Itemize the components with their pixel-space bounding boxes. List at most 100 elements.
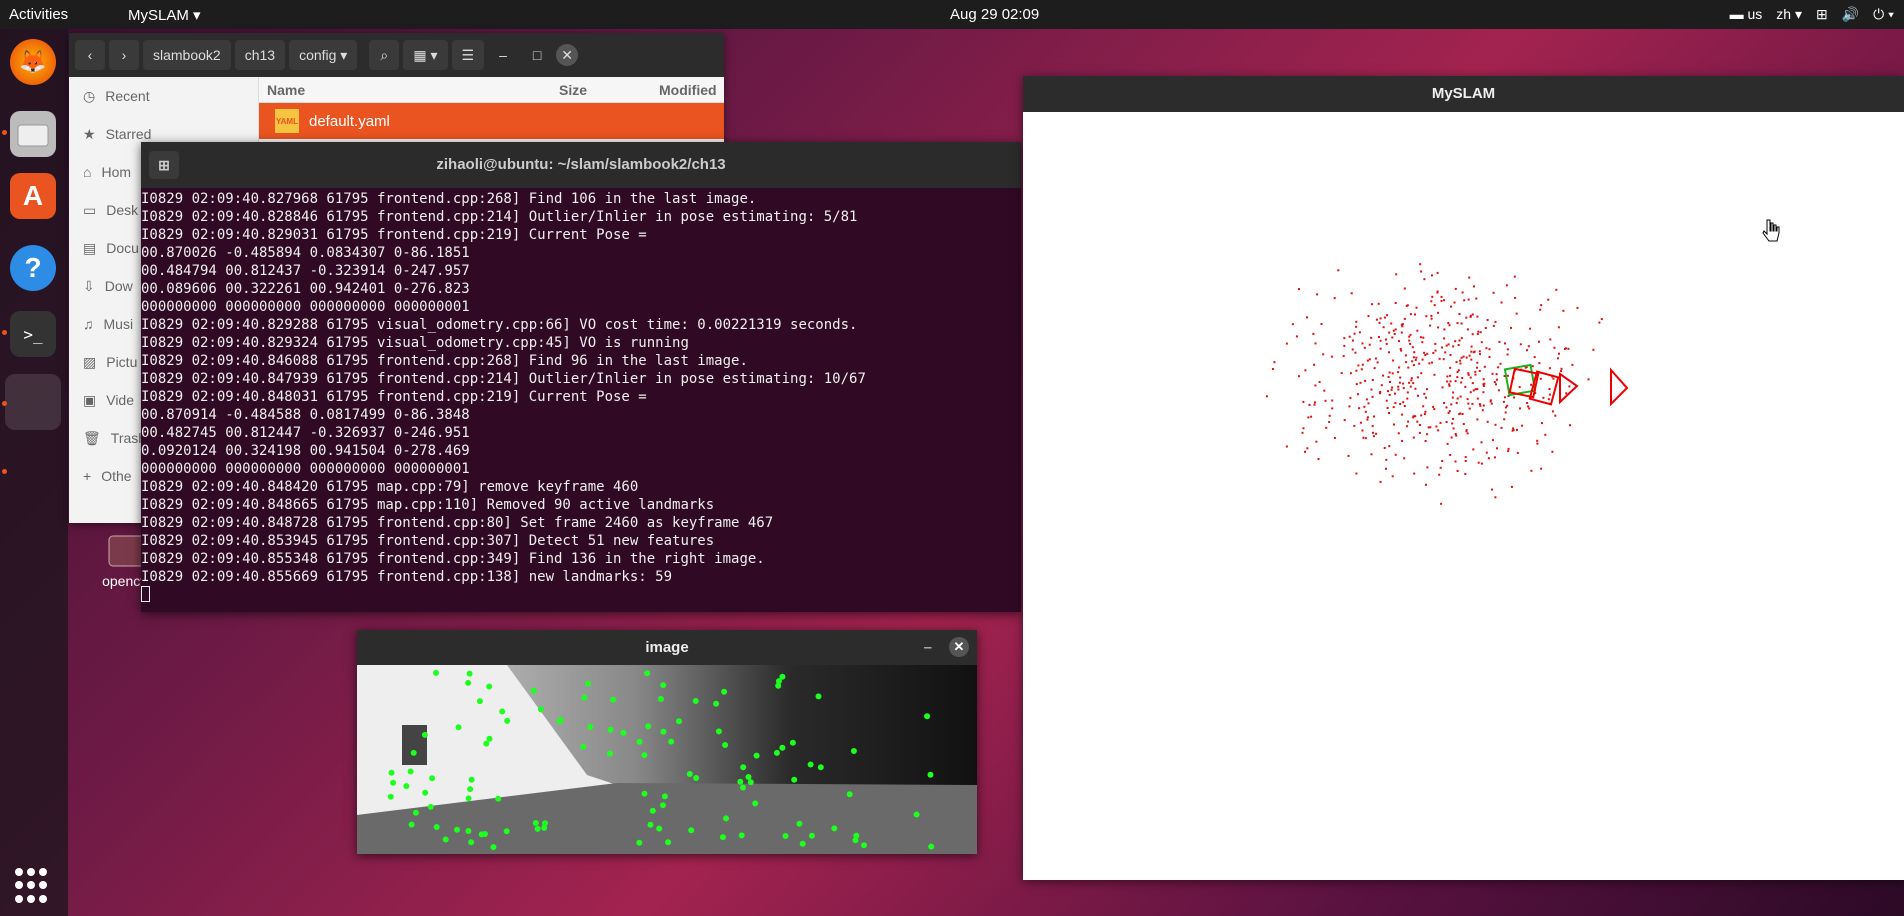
landmark-point: [1407, 420, 1410, 423]
landmark-point: [1368, 343, 1371, 346]
landmark-point: [1412, 416, 1415, 419]
landmark-point: [1436, 291, 1439, 294]
file-row[interactable]: YAML default.yaml: [259, 103, 724, 139]
search-icon[interactable]: ⌕: [369, 40, 400, 70]
back-button[interactable]: ‹: [75, 40, 105, 70]
landmark-point: [1507, 447, 1510, 450]
breadcrumb-config[interactable]: config ▾: [289, 40, 358, 70]
feature-point: [861, 842, 867, 849]
landmark-point: [1315, 440, 1318, 443]
landmark-point: [1496, 447, 1498, 450]
landmark-point: [1383, 316, 1386, 319]
software-icon[interactable]: A: [10, 173, 56, 219]
landmark-point: [1406, 425, 1409, 428]
map-view[interactable]: [1023, 112, 1904, 880]
landmark-point: [1314, 342, 1317, 345]
landmark-point: [1454, 460, 1457, 463]
new-tab-button[interactable]: ⊞: [149, 151, 179, 179]
landmark-point: [1529, 327, 1532, 330]
input-method[interactable]: zh ▾: [1776, 6, 1802, 23]
landmark-point: [1343, 337, 1346, 340]
feature-point: [495, 795, 502, 802]
feature-point: [815, 693, 822, 700]
landmark-point: [1304, 450, 1306, 453]
modified-column-header[interactable]: Modified: [659, 82, 717, 98]
feature-point: [503, 828, 510, 835]
landmark-point: [1421, 341, 1424, 344]
show-applications-icon[interactable]: [15, 868, 51, 904]
landmark-point: [1552, 377, 1555, 380]
app-menu[interactable]: MySLAM ▾: [128, 6, 201, 24]
myslam-window[interactable]: MySLAM: [1023, 76, 1904, 880]
landmark-point: [1455, 361, 1458, 363]
breadcrumb-slambook2[interactable]: slambook2: [143, 40, 231, 70]
minimize-button[interactable]: –: [924, 630, 932, 665]
terminal-line: 00.484794 00.812437 -0.323914 0-247.957: [141, 263, 470, 279]
terminal-window[interactable]: ⊞ zihaoli@ubuntu: ~/slam/slambook2/ch13 …: [141, 142, 1021, 612]
system-tray[interactable]: ▬ us zh ▾ ⊞ 🔊 ⏻ ▾: [1730, 6, 1894, 23]
close-button[interactable]: ✕: [556, 44, 579, 66]
activities-button[interactable]: Activities: [9, 6, 68, 23]
landmark-point: [1457, 344, 1460, 346]
landmark-point: [1298, 375, 1300, 378]
clock[interactable]: Aug 29 02:09: [950, 6, 1039, 23]
landmark-point: [1431, 361, 1433, 364]
landmark-point: [1367, 402, 1370, 405]
landmark-point: [1567, 347, 1570, 350]
menu-icon[interactable]: ☰: [451, 40, 485, 70]
landmark-point: [1387, 390, 1389, 393]
view-toggle-icon[interactable]: ▦ ▾: [403, 40, 448, 70]
landmark-point: [1295, 335, 1298, 338]
landmark-point: [1551, 450, 1554, 453]
files-icon[interactable]: [10, 111, 56, 157]
volume-icon[interactable]: 🔊: [1842, 6, 1859, 23]
network-icon[interactable]: ⊞: [1816, 6, 1828, 23]
active-app-icon[interactable]: [5, 374, 61, 430]
landmark-point: [1387, 376, 1390, 378]
minimize-button[interactable]: –: [488, 40, 518, 70]
landmark-point: [1408, 335, 1411, 338]
sidebar-item-recent[interactable]: ◷ Recent: [69, 77, 258, 115]
power-icon[interactable]: ⏻ ▾: [1873, 6, 1894, 23]
landmark-point: [1306, 447, 1309, 450]
keyboard-layout[interactable]: ▬ us: [1730, 6, 1763, 23]
help-icon[interactable]: ?: [10, 245, 56, 291]
landmark-point: [1434, 349, 1437, 352]
feature-point: [422, 789, 429, 796]
terminal-title: zihaoli@ubuntu: ~/slam/slambook2/ch13: [436, 156, 726, 173]
name-column-header[interactable]: Name: [259, 82, 559, 98]
size-column-header[interactable]: Size: [559, 82, 659, 98]
feature-point: [388, 769, 395, 776]
feature-point: [499, 708, 506, 715]
hand-cursor-icon: [1762, 219, 1780, 242]
firefox-icon[interactable]: 🦊: [10, 39, 56, 85]
landmark-point: [1526, 349, 1528, 352]
landmark-point: [1476, 333, 1479, 335]
terminal-cursor: [141, 586, 1021, 607]
terminal-icon[interactable]: >_: [10, 311, 56, 357]
terminal-output[interactable]: I0829 02:09:40.827968 61795 frontend.cpp…: [141, 188, 1021, 607]
landmark-point: [1355, 325, 1358, 328]
landmark-point: [1414, 313, 1416, 316]
feature-point: [408, 821, 415, 828]
landmark-point: [1432, 352, 1435, 354]
landmark-point: [1340, 372, 1343, 375]
forward-button[interactable]: ›: [109, 40, 139, 70]
feature-point: [688, 827, 695, 834]
landmark-point: [1456, 322, 1459, 325]
breadcrumb-ch13[interactable]: ch13: [234, 40, 286, 70]
landmark-point: [1285, 445, 1288, 448]
landmark-point: [1399, 403, 1402, 405]
landmark-point: [1592, 348, 1595, 351]
close-button[interactable]: ✕: [949, 637, 969, 657]
top-bar: Activities MySLAM ▾ Aug 29 02:09 ▬ us zh…: [0, 0, 1904, 29]
image-window[interactable]: image – ✕: [357, 630, 977, 854]
landmark-point: [1343, 419, 1346, 422]
landmark-point: [1446, 375, 1449, 378]
landmark-point: [1469, 315, 1472, 318]
landmark-point: [1403, 405, 1406, 407]
landmark-point: [1306, 316, 1308, 319]
maximize-button[interactable]: □: [522, 40, 552, 70]
landmark-point: [1551, 410, 1554, 413]
landmark-point: [1565, 347, 1567, 350]
